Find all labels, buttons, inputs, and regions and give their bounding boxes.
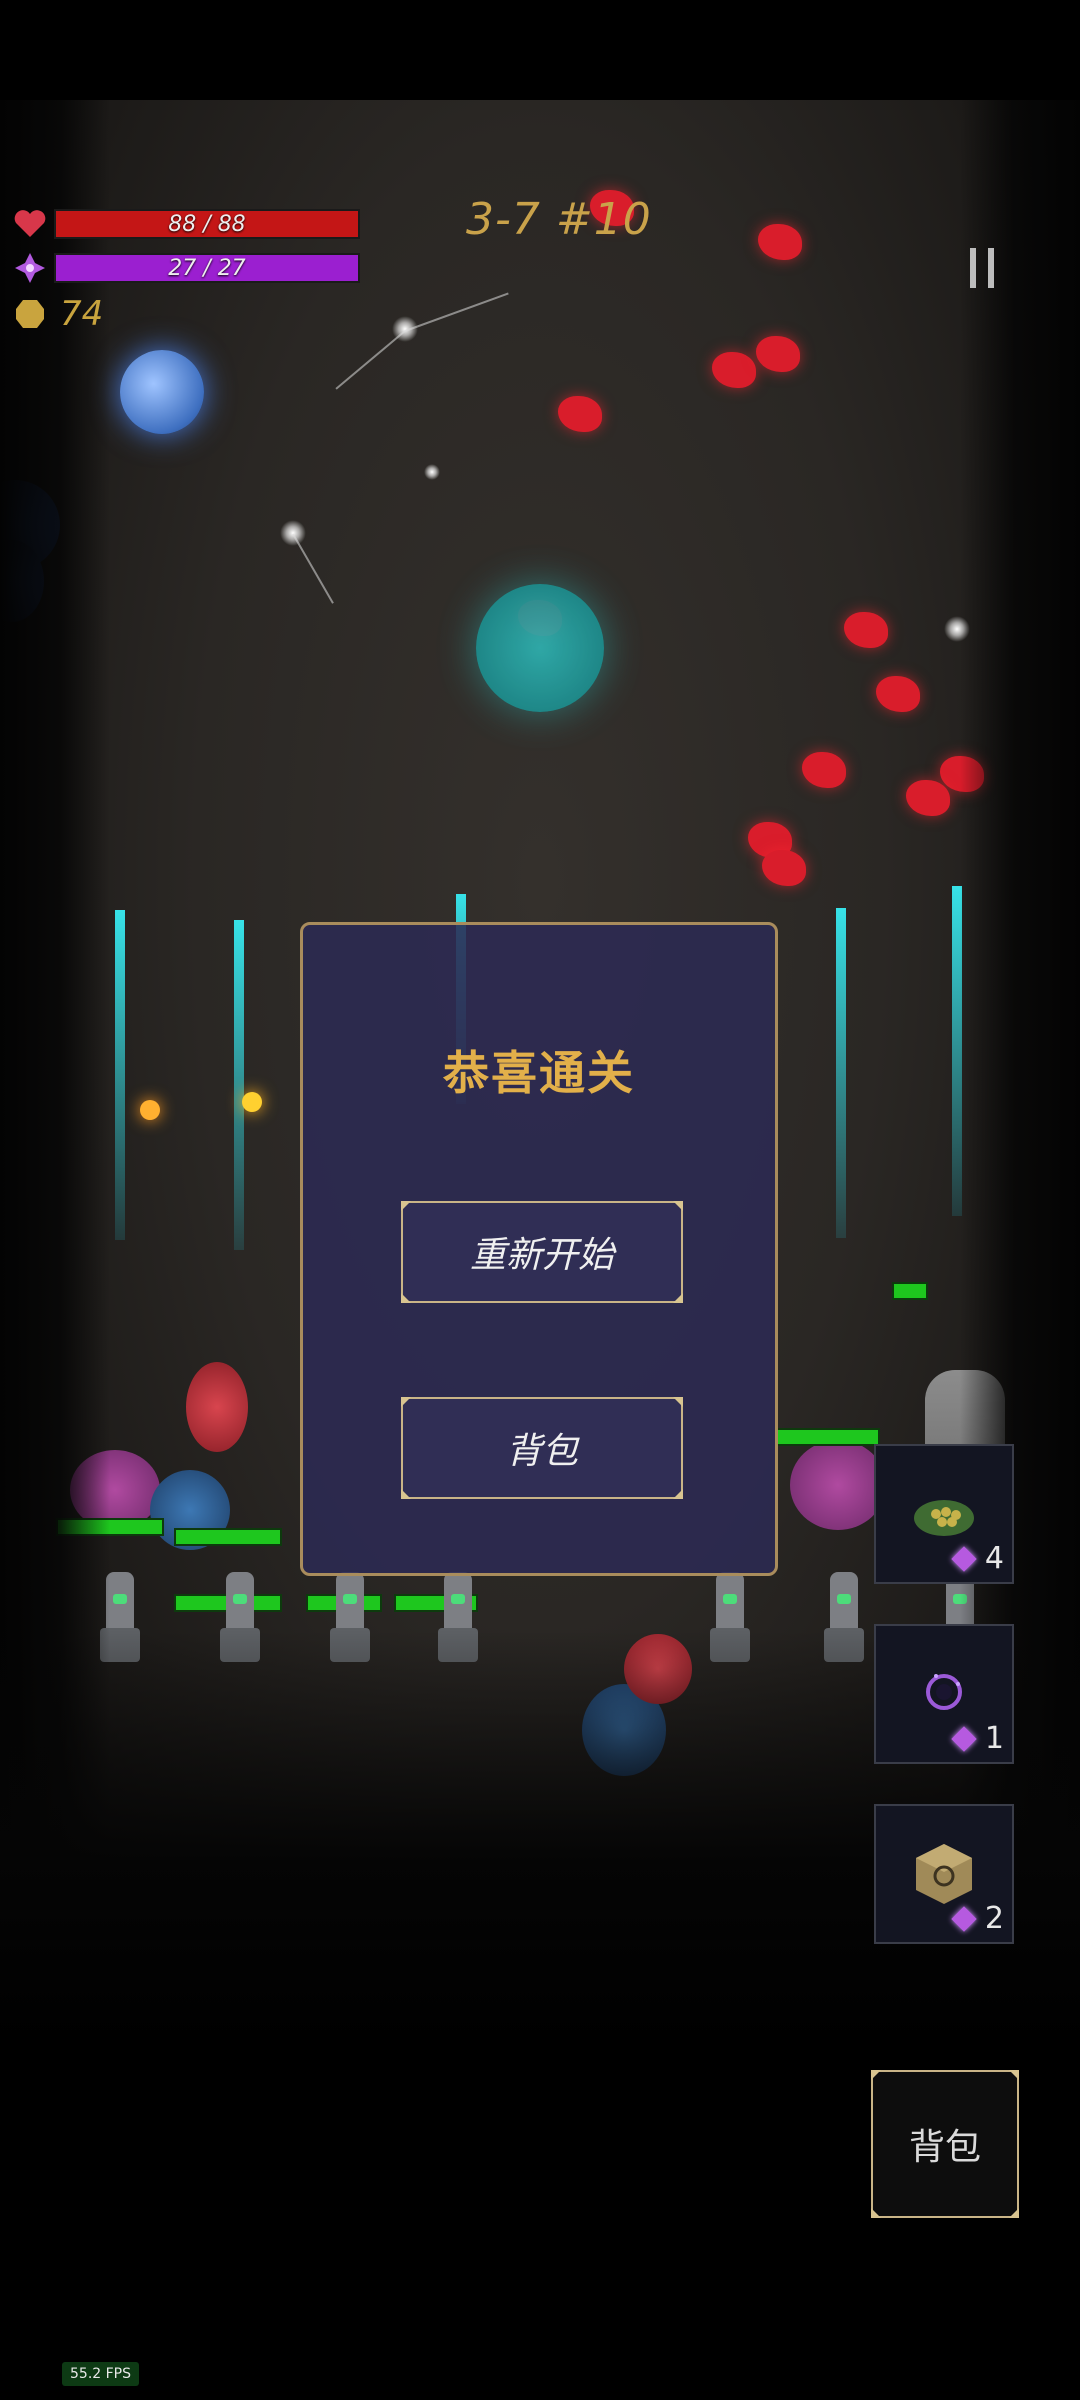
pause-icon — [970, 248, 976, 288]
hp-bar: 88 / 88 — [54, 209, 360, 239]
item-count-value: 4 — [984, 1541, 1004, 1576]
corner-ornament — [1009, 2208, 1019, 2218]
red-enemy — [558, 396, 602, 432]
corner-ornament — [673, 1201, 683, 1211]
item-count-value: 1 — [984, 1721, 1004, 1756]
purple-spotted-beetle — [790, 1440, 886, 1530]
item-count: 4 — [951, 1541, 1004, 1576]
pause-button[interactable] — [946, 232, 1018, 304]
level-indicator: 3-7 #10 — [466, 194, 652, 245]
bag-button[interactable]: 背包 — [871, 2070, 1019, 2218]
corner-ornament — [871, 2070, 881, 2080]
gold-row: 74 — [12, 294, 103, 334]
red-enemy — [712, 352, 756, 388]
spark-effect — [424, 464, 440, 480]
gold-coin-icon — [12, 296, 48, 332]
fire-orb — [140, 1100, 160, 1120]
spark-trail — [292, 533, 334, 604]
dialog-bag-button[interactable]: 背包 — [401, 1397, 683, 1499]
corner-ornament — [401, 1397, 411, 1407]
item-card-vortex[interactable]: 1 — [874, 1624, 1014, 1764]
item-count: 1 — [951, 1721, 1004, 1756]
restart-button[interactable]: 重新开始 — [401, 1201, 683, 1303]
mp-text: 27 / 27 — [168, 255, 246, 281]
corner-ornament — [673, 1397, 683, 1407]
unit-hp-bar — [174, 1528, 282, 1546]
bag-button-label: 背包 — [908, 2127, 981, 2168]
corner-ornament — [673, 1293, 683, 1303]
victory-dialog: 恭喜通关 重新开始 背包 — [300, 922, 778, 1576]
unit-hp-bar — [776, 1428, 880, 1446]
corner-ornament — [1009, 2070, 1019, 2080]
cyan-beam — [115, 910, 125, 1240]
mp-row: 27 / 27 — [12, 250, 360, 286]
cyan-beam — [234, 920, 244, 1250]
red-enemy — [762, 850, 806, 886]
corner-ornament — [673, 1489, 683, 1499]
item-count-value: 2 — [984, 1901, 1004, 1936]
item-card-turtle-shell[interactable]: 4 — [874, 1444, 1014, 1584]
spark-trail — [335, 330, 406, 390]
mana-gem-icon — [951, 1545, 977, 1572]
corner-ornament — [401, 1293, 411, 1303]
blue-energy-orb — [120, 350, 204, 434]
unit-hp-bar — [892, 1282, 928, 1300]
red-enemy — [756, 336, 800, 372]
fps-counter: 55.2 FPS — [62, 2362, 140, 2386]
heart-icon — [12, 206, 48, 242]
dialog-title: 恭喜通关 — [443, 1046, 635, 1100]
dialog-bag-button-label: 背包 — [505, 1431, 578, 1472]
gold-amount: 74 — [60, 294, 104, 334]
red-enemy — [906, 780, 950, 816]
mana-gem-icon — [951, 1725, 977, 1752]
pause-icon — [988, 248, 994, 288]
spark-trail — [404, 292, 509, 332]
corner-ornament — [871, 2208, 881, 2218]
red-enemy — [844, 612, 888, 648]
cyan-beam — [836, 908, 846, 1238]
red-enemy — [802, 752, 846, 788]
corner-ornament — [401, 1201, 411, 1211]
mp-bar: 27 / 27 — [54, 253, 360, 283]
fire-orb — [242, 1092, 262, 1112]
item-count: 2 — [951, 1901, 1004, 1936]
red-enemy — [876, 676, 920, 712]
mana-gem-icon — [951, 1905, 977, 1932]
item-card-rune-cube[interactable]: 2 — [874, 1804, 1014, 1944]
red-spotted-beetle — [186, 1362, 248, 1452]
hp-row: 88 / 88 — [12, 206, 360, 242]
corner-ornament — [401, 1489, 411, 1499]
teal-energy-orb — [476, 584, 604, 712]
red-enemy — [758, 224, 802, 260]
mana-gem-icon — [12, 250, 48, 286]
restart-button-label: 重新开始 — [469, 1235, 614, 1276]
hp-text: 88 / 88 — [168, 211, 246, 237]
